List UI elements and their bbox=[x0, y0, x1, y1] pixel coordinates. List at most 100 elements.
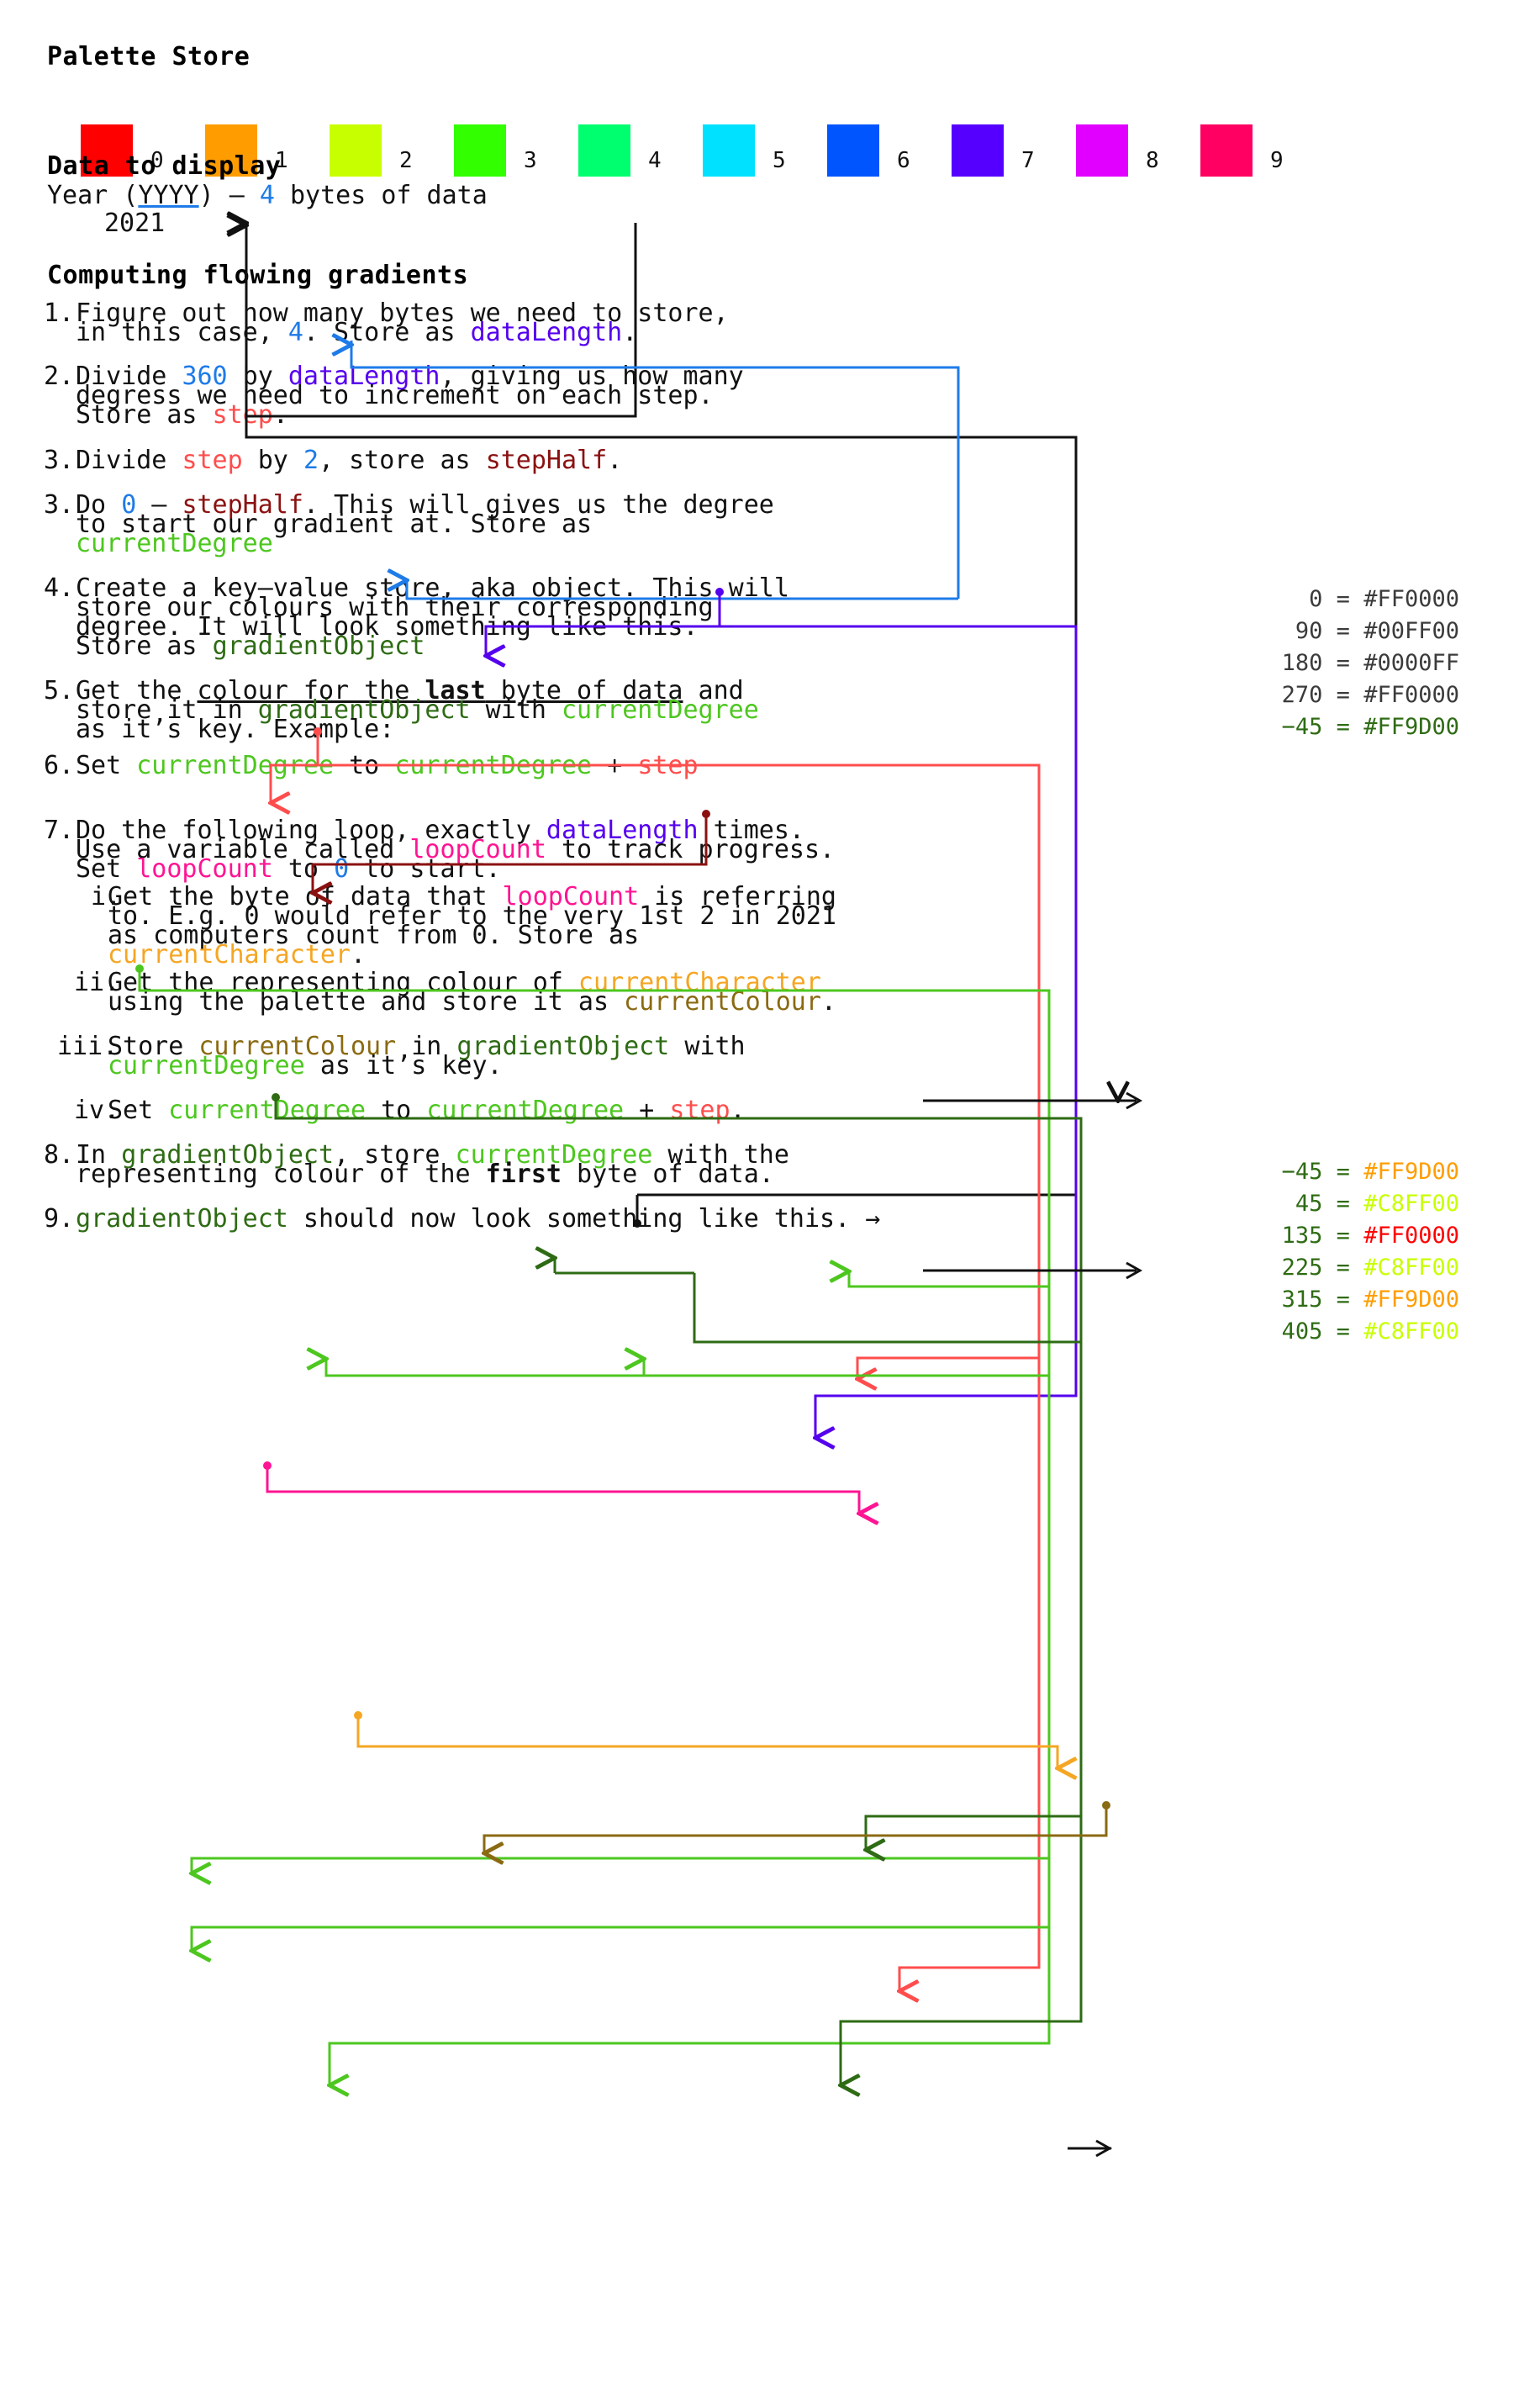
data-to-display-title: Data to display bbox=[47, 151, 282, 181]
annot-value: #C8FF00 bbox=[1363, 1318, 1459, 1345]
palette-store-title: Palette Store bbox=[47, 42, 251, 71]
step-4-number: 4. bbox=[44, 573, 75, 603]
s6-var-currentdegree-2: currentDegree bbox=[394, 751, 593, 780]
annot-row: 270 = #FF0000 bbox=[1282, 679, 1459, 711]
palette-swatch-7[interactable]: 7 bbox=[952, 124, 1035, 177]
s2-var-step: step bbox=[212, 400, 273, 430]
palette-swatch-3[interactable]: 3 bbox=[454, 124, 537, 177]
palette-swatch-4[interactable]: 4 bbox=[578, 124, 662, 177]
palette-swatch-color-4[interactable] bbox=[578, 124, 630, 177]
annot-row: 90 = #00FF00 bbox=[1282, 615, 1459, 647]
s7iv-var-step: step bbox=[669, 1096, 730, 1125]
s7ii-text-b: using the palette and store it as bbox=[108, 987, 625, 1017]
palette-swatch-color-5[interactable] bbox=[703, 124, 755, 177]
annot-row: 45 = #C8FF00 bbox=[1282, 1188, 1459, 1220]
palette-swatch-2[interactable]: 2 bbox=[330, 124, 413, 177]
s5-var-currentdegree: currentDegree bbox=[562, 695, 759, 725]
year-mid: ) — bbox=[198, 181, 260, 210]
annot-key: 135 bbox=[1281, 1223, 1323, 1249]
annot-value: #0000FF bbox=[1363, 650, 1459, 676]
annot-key: 45 bbox=[1281, 1191, 1323, 1217]
step-7iii-line-2: currentDegree as it’s key. bbox=[108, 1049, 503, 1084]
annot-equals: = bbox=[1322, 1255, 1364, 1281]
step-3a-line-1: Divide step by 2, store as stepHalf. bbox=[76, 443, 622, 478]
s8-text-e: byte of data. bbox=[561, 1160, 774, 1189]
palette-swatch-9[interactable]: 9 bbox=[1200, 124, 1284, 177]
s2-text-e: . bbox=[272, 400, 288, 430]
s7iv-text-c: + bbox=[624, 1096, 670, 1125]
s3a-text-a: Divide bbox=[76, 446, 182, 475]
s8-bold-first: first bbox=[485, 1160, 562, 1189]
annot-value: #FF9D00 bbox=[1363, 1159, 1459, 1185]
step-9-line-1: gradientObject should now look something… bbox=[76, 1202, 880, 1237]
s4-var-gradientobject: gradientObject bbox=[212, 631, 425, 661]
s6-text-b: to bbox=[334, 751, 395, 780]
palette-swatch-label-5: 5 bbox=[773, 148, 786, 173]
annot-key: −45 bbox=[1281, 1159, 1323, 1185]
palette-swatch-color-6[interactable] bbox=[827, 124, 879, 177]
palette-swatch-color-8[interactable] bbox=[1076, 124, 1128, 177]
palette-swatch-color-9[interactable] bbox=[1200, 124, 1253, 177]
annot-row: 0 = #FF0000 bbox=[1282, 584, 1459, 615]
step-6-line-1: Set currentDegree to currentDegree + ste… bbox=[76, 748, 699, 784]
step-8-line-2: representing colour of the first byte of… bbox=[76, 1157, 774, 1192]
annot-row: 135 = #FF0000 bbox=[1282, 1220, 1459, 1252]
s1-text-b: . Store as bbox=[303, 318, 471, 347]
palette-swatch-label-9: 9 bbox=[1270, 148, 1284, 173]
s7iii-var-currentdegree: currentDegree bbox=[108, 1051, 305, 1080]
s3a-var-stephalf: stepHalf bbox=[485, 446, 608, 475]
annot-key: 90 bbox=[1281, 618, 1323, 644]
annot-key: 225 bbox=[1281, 1255, 1323, 1281]
step-3b-var-currentdegree: currentDegree bbox=[76, 529, 273, 558]
palette-swatch-label-6: 6 bbox=[897, 148, 910, 173]
annot-key: 0 bbox=[1281, 586, 1323, 612]
step-1-number: 1. bbox=[44, 298, 75, 328]
annot-row: 315 = #FF9D00 bbox=[1282, 1284, 1459, 1316]
annot-value: #FF9D00 bbox=[1363, 1286, 1459, 1313]
example-gradient-object: 0 = #FF0000 90 = #00FF00 180 = #0000FF 270… bbox=[1282, 584, 1459, 711]
s6-text-a: Set bbox=[76, 751, 137, 780]
palette-swatch-label-8: 8 bbox=[1146, 148, 1159, 173]
annot-key: 315 bbox=[1281, 1286, 1323, 1313]
step-6-number: 6. bbox=[44, 751, 75, 780]
annot-equals: = bbox=[1322, 1159, 1364, 1185]
s1-var-datalength: dataLength bbox=[470, 318, 623, 347]
palette-swatch-6[interactable]: 6 bbox=[827, 124, 910, 177]
s6-text-c: + bbox=[592, 751, 638, 780]
annot-value: #FF9D00 bbox=[1363, 714, 1459, 740]
palette-swatch-label-3: 3 bbox=[524, 148, 537, 173]
palette-swatch-color-2[interactable] bbox=[330, 124, 382, 177]
s3a-text-c: , store as bbox=[319, 446, 486, 475]
final-gradient-object: −45 = #FF9D00 45 = #C8FF00 135 = #FF0000 2… bbox=[1282, 1156, 1459, 1348]
s2-text-d: Store as bbox=[76, 400, 213, 430]
s7iv-text-d: . bbox=[730, 1096, 746, 1125]
s7ii-text-c: . bbox=[820, 987, 836, 1017]
s6-var-currentdegree-1: currentDegree bbox=[136, 751, 335, 780]
example-key-value-pair: −45 = #FF9D00 bbox=[1282, 711, 1459, 743]
annot-equals: = bbox=[1322, 586, 1364, 612]
s7iii-text-c: with bbox=[669, 1032, 746, 1061]
s9-var-gradientobject: gradientObject bbox=[76, 1204, 288, 1234]
s4-text-a: Store as bbox=[76, 631, 213, 661]
palette-swatch-color-3[interactable] bbox=[454, 124, 506, 177]
annot-key: 180 bbox=[1281, 650, 1323, 676]
annot-value: #C8FF00 bbox=[1363, 1255, 1459, 1281]
annot-key: 405 bbox=[1281, 1318, 1323, 1345]
palette-swatch-5[interactable]: 5 bbox=[703, 124, 786, 177]
step-2-line-3: Store as step. bbox=[76, 398, 288, 433]
annot-equals: = bbox=[1322, 1286, 1364, 1313]
year-suffix: bytes of data bbox=[274, 181, 488, 210]
annot-equals: = bbox=[1322, 1191, 1364, 1217]
step-5-line-3: as it’s key. Example: bbox=[76, 715, 395, 744]
step-7iv-line-1: Set currentDegree to currentDegree + ste… bbox=[108, 1093, 746, 1128]
annot-value: #FF0000 bbox=[1363, 586, 1459, 612]
s8-text-d: representing colour of the bbox=[76, 1160, 486, 1189]
s6-var-step: step bbox=[637, 751, 699, 780]
annot-equals: = bbox=[1322, 1223, 1364, 1249]
palette-swatch-8[interactable]: 8 bbox=[1076, 124, 1159, 177]
data-value-2021: 2021 bbox=[104, 209, 166, 238]
s3a-num-2: 2 bbox=[303, 446, 319, 475]
palette-swatch-color-7[interactable] bbox=[952, 124, 1004, 177]
annot-row: −45 = #FF9D00 bbox=[1282, 1156, 1459, 1188]
annot-key: 270 bbox=[1281, 682, 1323, 708]
